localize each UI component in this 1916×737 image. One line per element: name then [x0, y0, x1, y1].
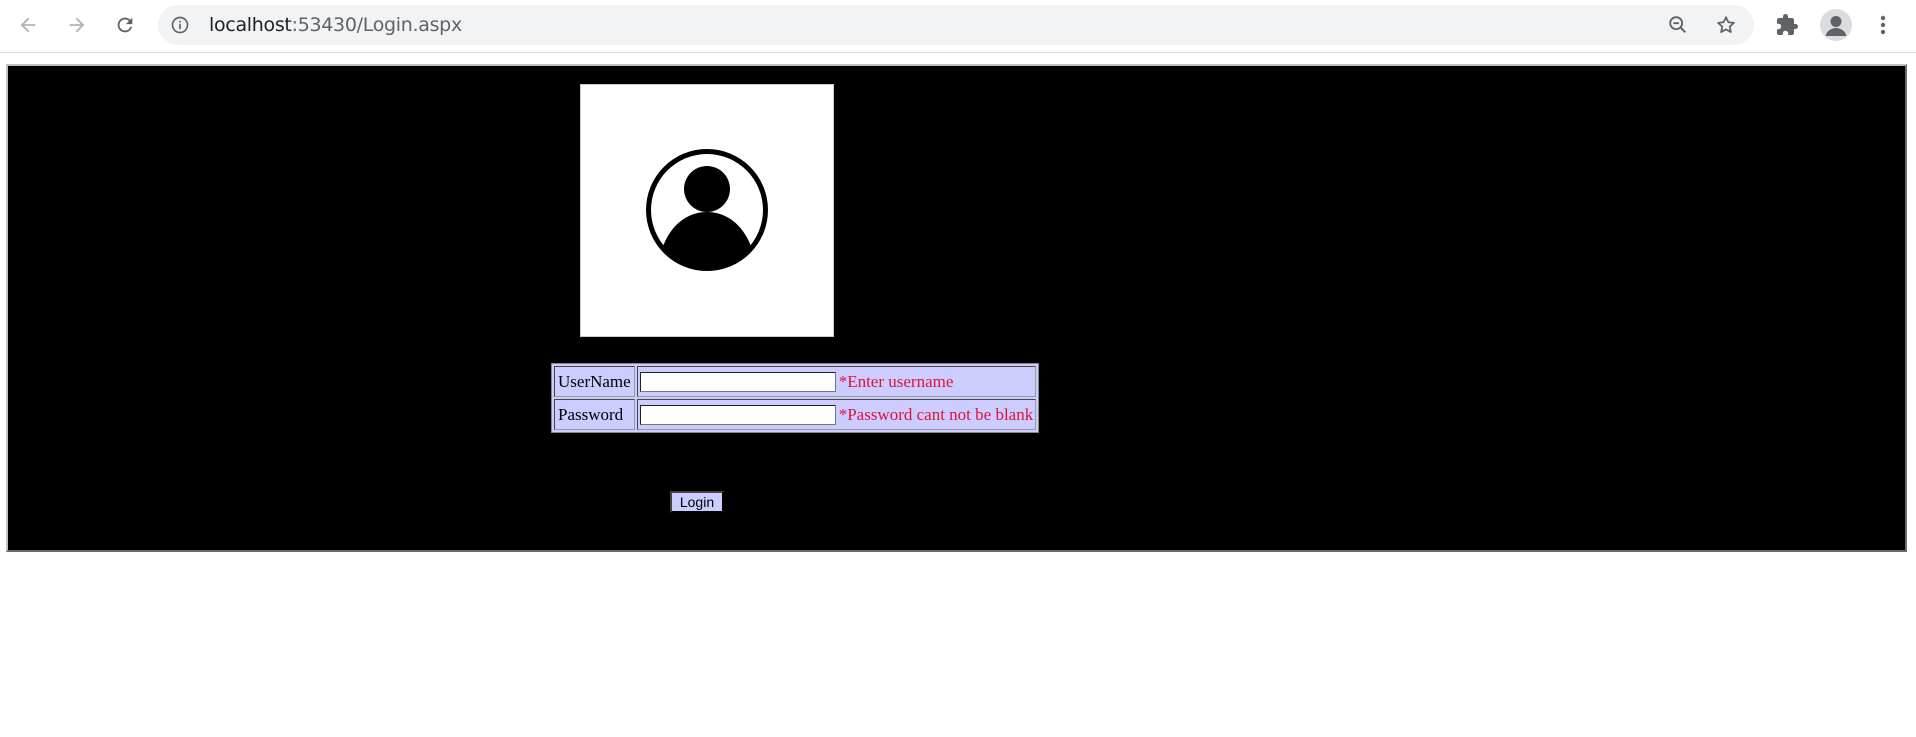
- person-icon: [1825, 16, 1847, 36]
- username-row: UserName *Enter username: [554, 366, 1037, 397]
- login-panel: [6, 64, 1907, 552]
- zoom-out-icon: [1669, 16, 1687, 34]
- reload-icon: [117, 17, 133, 33]
- extensions-button[interactable]: [1771, 9, 1803, 41]
- kebab-menu-icon: [1880, 15, 1886, 35]
- back-button[interactable]: [12, 9, 44, 41]
- username-input[interactable]: [639, 372, 836, 393]
- star-icon: [1717, 16, 1735, 33]
- profile-image: [580, 84, 834, 337]
- password-input[interactable]: [639, 405, 836, 426]
- password-validation-message: *Password cant not be blank: [838, 405, 1034, 425]
- url-host: localhost: [209, 14, 292, 36]
- username-label: UserName: [554, 366, 635, 397]
- username-field-cell: *Enter username: [636, 366, 1037, 397]
- browser-menu-button[interactable]: [1867, 9, 1899, 41]
- arrow-left-icon: [20, 17, 36, 33]
- forward-button[interactable]: [61, 9, 93, 41]
- username-validation-message: *Enter username: [838, 372, 954, 392]
- zoom-button[interactable]: [1663, 10, 1693, 40]
- login-button[interactable]: Login: [670, 491, 724, 513]
- login-form-table: UserName *Enter username Password *Passw…: [551, 363, 1040, 433]
- info-icon: [171, 16, 189, 34]
- browser-toolbar: localhost:53430/Login.aspx: [0, 0, 1916, 53]
- reload-button[interactable]: [109, 9, 141, 41]
- url-path: :53430/Login.aspx: [291, 14, 463, 36]
- password-row: Password *Password cant not be blank: [554, 399, 1037, 430]
- url-text[interactable]: localhost:53430/Login.aspx: [209, 5, 462, 45]
- arrow-right-icon: [69, 17, 85, 33]
- user-circle-icon: [646, 149, 768, 271]
- password-label: Password: [554, 399, 635, 430]
- address-bar[interactable]: localhost:53430/Login.aspx: [158, 5, 1754, 45]
- profile-avatar-button[interactable]: [1820, 9, 1852, 41]
- puzzle-icon: [1777, 14, 1798, 35]
- bookmark-button[interactable]: [1711, 10, 1741, 40]
- password-field-cell: *Password cant not be blank: [636, 399, 1037, 430]
- site-info-button[interactable]: [170, 15, 190, 35]
